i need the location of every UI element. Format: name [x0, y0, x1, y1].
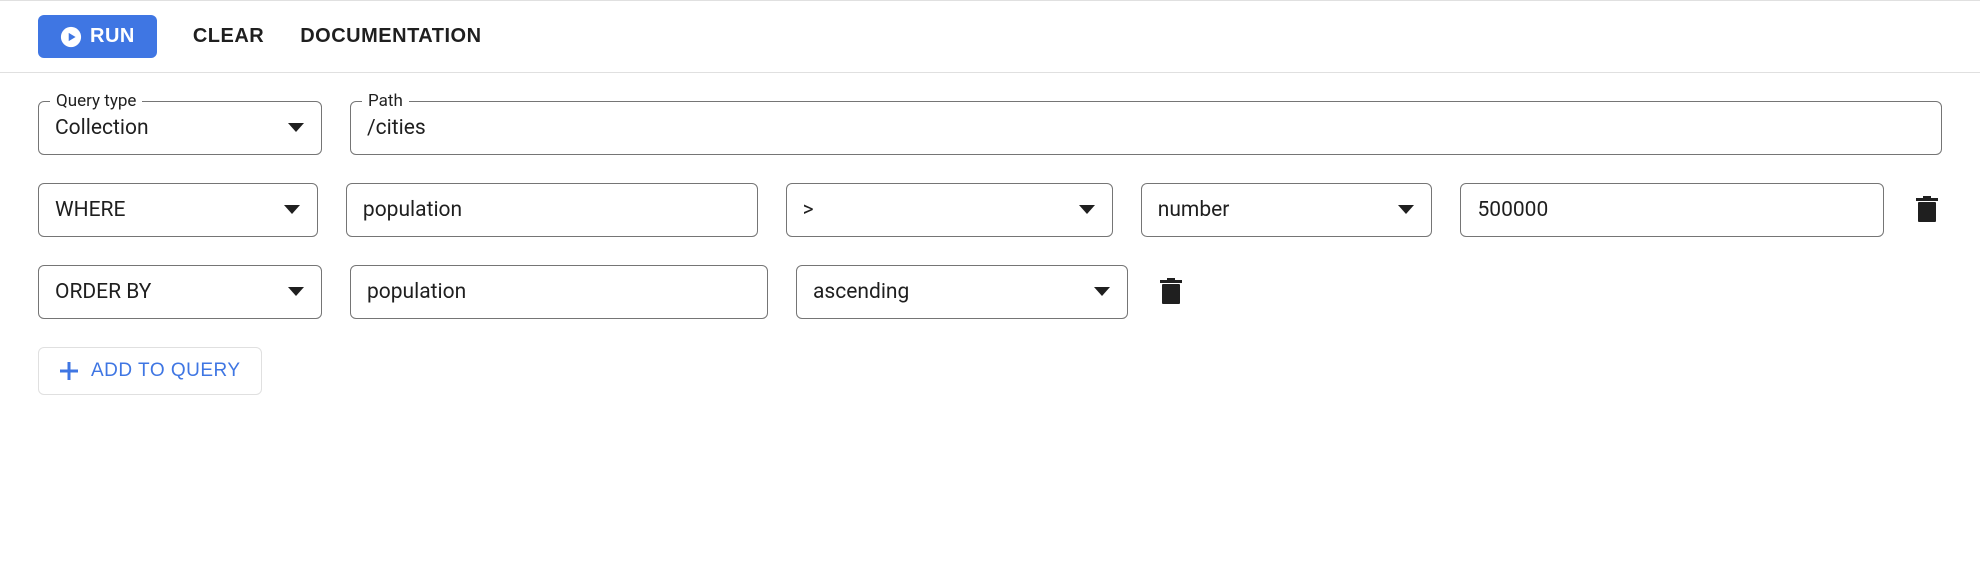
chevron-down-icon	[287, 122, 305, 134]
query-type-field-wrap: Query type Collection	[38, 101, 322, 155]
clause-keyword-dropdown[interactable]: WHERE	[38, 183, 318, 237]
orderby-direction-dropdown[interactable]: ascending	[796, 265, 1128, 319]
trash-icon	[1916, 196, 1938, 225]
orderby-direction-value: ascending	[813, 280, 909, 304]
clause-keyword-value: WHERE	[55, 198, 125, 222]
query-type-label: Query type	[50, 91, 142, 111]
where-clause-row: WHERE > number	[38, 183, 1942, 237]
path-input[interactable]	[367, 116, 1925, 140]
where-type-value: number	[1158, 198, 1230, 222]
run-label: RUN	[90, 25, 135, 48]
query-type-value: Collection	[55, 116, 149, 140]
where-operator-value: >	[803, 198, 814, 222]
orderby-field-input-container[interactable]	[350, 265, 768, 319]
chevron-down-icon	[283, 204, 301, 216]
run-button[interactable]: RUN	[38, 15, 157, 58]
where-field-input[interactable]	[363, 198, 741, 222]
plus-icon	[59, 361, 79, 381]
where-value-input-container[interactable]	[1460, 183, 1884, 237]
where-value-input[interactable]	[1477, 198, 1867, 222]
orderby-field-input[interactable]	[367, 280, 751, 304]
delete-where-button[interactable]	[1912, 192, 1942, 229]
path-input-container[interactable]	[350, 101, 1942, 155]
chevron-down-icon	[287, 286, 305, 298]
orderby-clause-row: ORDER BY ascending	[38, 265, 1942, 319]
play-icon	[60, 26, 82, 48]
add-to-query-button[interactable]: ADD TO QUERY	[38, 347, 262, 395]
delete-orderby-button[interactable]	[1156, 274, 1186, 311]
chevron-down-icon	[1078, 204, 1096, 216]
chevron-down-icon	[1397, 204, 1415, 216]
clause-keyword-value: ORDER BY	[55, 280, 151, 304]
path-field-wrap: Path	[350, 101, 1942, 155]
where-operator-dropdown[interactable]: >	[786, 183, 1113, 237]
add-to-query-label: ADD TO QUERY	[91, 360, 241, 382]
documentation-button[interactable]: DOCUMENTATION	[300, 25, 481, 48]
toolbar: RUN CLEAR DOCUMENTATION	[0, 0, 1980, 73]
chevron-down-icon	[1093, 286, 1111, 298]
path-label: Path	[362, 91, 409, 111]
clause-keyword-dropdown[interactable]: ORDER BY	[38, 265, 322, 319]
query-header-row: Query type Collection Path	[38, 101, 1942, 155]
where-type-dropdown[interactable]: number	[1141, 183, 1433, 237]
query-builder: Query type Collection Path WHERE	[0, 73, 1980, 423]
where-field-input-container[interactable]	[346, 183, 758, 237]
trash-icon	[1160, 278, 1182, 307]
clear-button[interactable]: CLEAR	[193, 25, 264, 48]
